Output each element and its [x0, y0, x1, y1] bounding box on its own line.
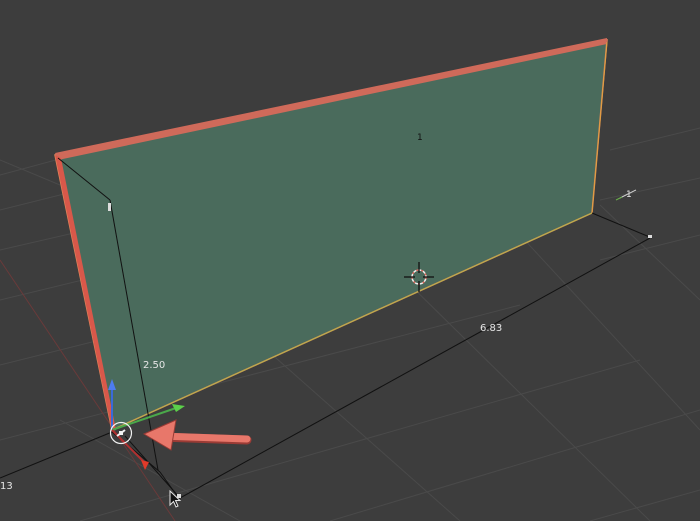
height-dimension-label: 2.50 — [143, 360, 165, 371]
length-dimension-label: 6.83 — [480, 323, 502, 334]
3d-viewport[interactable]: 1 2.50 6.83 13 1 — [0, 0, 700, 521]
viewport-canvas[interactable]: 1 2.50 6.83 13 1 — [0, 0, 700, 521]
face-label: 1 — [417, 133, 423, 143]
partial-dimension-label: 13 — [0, 481, 13, 492]
